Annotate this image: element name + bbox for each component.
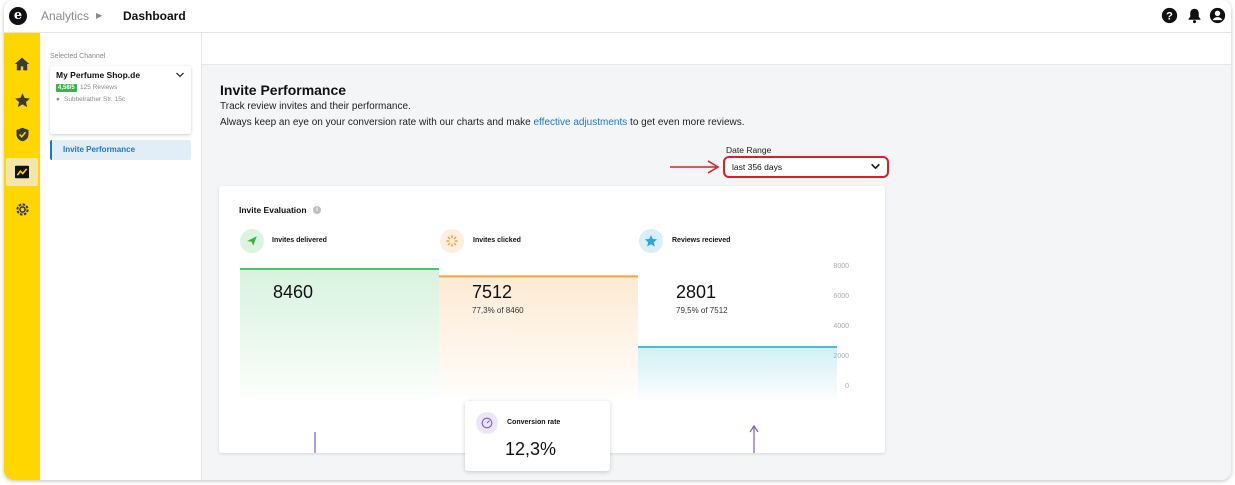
y-tick-label: 6000 (833, 293, 849, 300)
y-tick-label: 8000 (833, 263, 849, 270)
sidebar-item-invite-performance[interactable]: Invite Performance (50, 140, 191, 160)
review-count: 125 Reviews (80, 84, 118, 91)
subvalue-clicked: 77,3% of 8460 (472, 306, 524, 315)
app-window: e Analytics ▶ Dashboard ? Selected Chann… (4, 0, 1231, 480)
description-text-end: to get even more reviews. (627, 117, 745, 128)
subvalue-reviews: 79,5% of 7512 (676, 306, 728, 315)
sidebar-item-label: Invite Performance (63, 145, 136, 154)
effective-adjustments-link[interactable]: effective adjustments (534, 117, 628, 128)
chevron-down-icon (871, 163, 880, 170)
value-clicked: 7512 (472, 282, 513, 302)
annotation-arrow-icon (670, 160, 720, 174)
sidebar: Selected Channel My Perfume Shop.de 4,58… (40, 33, 202, 480)
breadcrumb-separator-icon: ▶ (96, 11, 103, 20)
date-range-value: last 356 days (732, 162, 783, 172)
conversion-rate-label: Conversion rate (507, 419, 561, 426)
date-range-label: Date Range (726, 145, 772, 155)
app-logo[interactable]: e (9, 7, 27, 25)
notification-bell-icon[interactable] (1186, 7, 1203, 24)
rail-item-trust[interactable] (10, 122, 34, 146)
y-tick-label: 0 (845, 383, 849, 390)
bar-reviews-area (638, 346, 837, 397)
channel-selector[interactable]: My Perfume Shop.de 4,58/5 125 Reviews ● … (50, 66, 191, 134)
y-tick-label: 2000 (833, 353, 849, 360)
value-delivered: 8460 (273, 282, 314, 302)
value-reviews: 2801 (676, 282, 717, 302)
page-description: Track review invites and their performan… (220, 101, 411, 112)
shield-icon (16, 127, 28, 141)
page-title: Invite Performance (220, 82, 347, 98)
page-description-2: Always keep an eye on your conversion ra… (220, 117, 745, 128)
user-account-icon[interactable] (1209, 7, 1226, 24)
conversion-rate-value: 12,3% (505, 439, 557, 459)
svg-text:?: ? (1166, 10, 1173, 22)
y-tick-label: 4000 (833, 323, 849, 330)
location-pin-icon: ● (56, 96, 60, 103)
chart-icon (15, 165, 29, 179)
bar-delivered-area (240, 269, 439, 397)
conversion-rate-box: Conversion rate 12,3% (465, 401, 610, 471)
icon-rail (4, 33, 40, 480)
bar-clicked-area (439, 276, 638, 397)
date-range-select[interactable]: last 356 days (723, 156, 889, 178)
help-icon[interactable]: ? (1161, 7, 1178, 24)
content-header-strip (202, 33, 1231, 65)
gauge-icon (476, 412, 498, 434)
rail-item-home[interactable] (10, 52, 34, 76)
description-text: Always keep an eye on your conversion ra… (220, 117, 534, 128)
breadcrumb-dashboard: Dashboard (123, 9, 186, 23)
selected-channel-label: Selected Channel (50, 53, 106, 60)
rail-item-analytics[interactable] (6, 158, 38, 186)
channel-name: My Perfume Shop.de (56, 70, 141, 80)
chevron-down-icon[interactable] (175, 70, 185, 80)
main-content: Invite Performance Track review invites … (202, 33, 1231, 480)
star-icon (14, 92, 30, 107)
top-bar: e Analytics ▶ Dashboard ? (4, 0, 1231, 33)
home-icon (14, 57, 30, 71)
breadcrumb-analytics[interactable]: Analytics (41, 9, 89, 23)
rating-badge: 4,58/5 (56, 84, 77, 92)
rail-item-settings[interactable] (10, 197, 34, 221)
gear-icon (15, 202, 29, 216)
rail-item-reviews[interactable] (10, 88, 34, 112)
channel-address: Subbelrather Str. 15c (64, 96, 126, 103)
